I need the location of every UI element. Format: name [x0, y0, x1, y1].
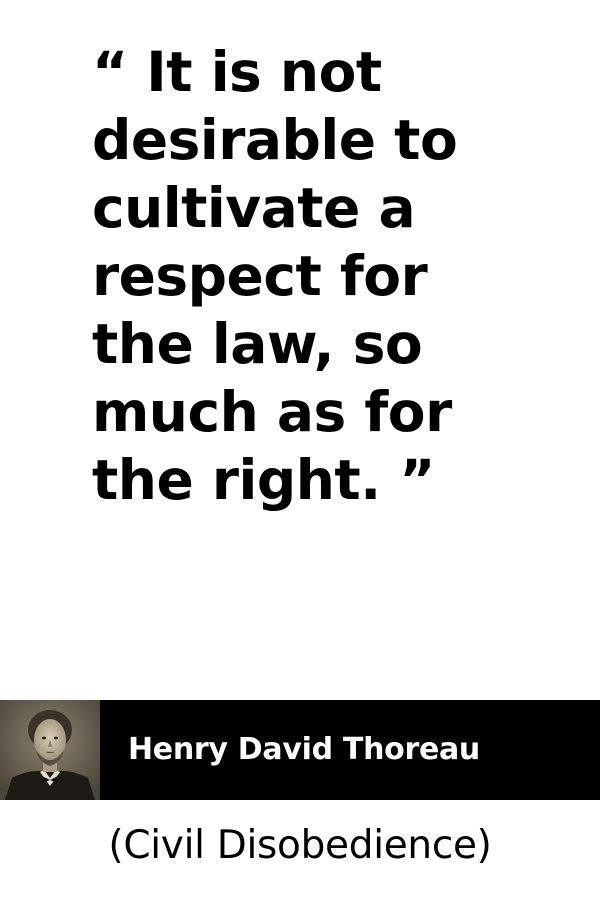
- quote-line: cultivate a: [92, 176, 416, 240]
- quote-line: “ It is not: [92, 40, 382, 104]
- author-portrait: [0, 700, 100, 800]
- quote-line: much as for: [92, 380, 452, 444]
- quote-line: desirable to: [92, 108, 458, 172]
- portrait-icon: [0, 700, 100, 800]
- author-name: Henry David Thoreau: [128, 732, 480, 767]
- author-bar: Henry David Thoreau: [0, 700, 600, 800]
- quote-text: “ It is not desirable to cultivate a res…: [92, 38, 592, 514]
- quote-line: respect for: [92, 244, 428, 308]
- source-title: (Civil Disobedience): [108, 823, 492, 868]
- quote-line: the law, so: [92, 312, 423, 376]
- quote-line: the right. ”: [92, 448, 435, 512]
